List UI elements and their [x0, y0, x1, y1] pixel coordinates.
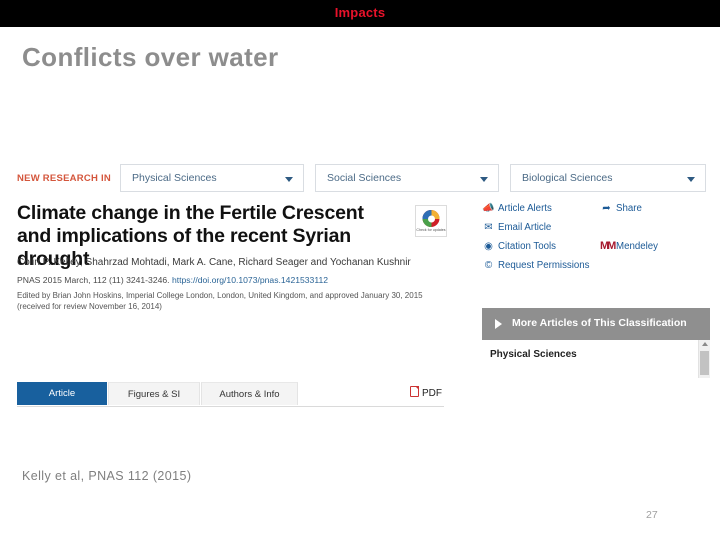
pdf-file-icon [410, 386, 419, 397]
share-icon: ➦ [602, 203, 611, 214]
envelope-icon: ✉ [484, 222, 493, 233]
globe-icon: ◉ [484, 241, 493, 252]
triangle-right-icon [495, 319, 502, 329]
editor-line-1: Edited by Brian John Hoskins, Imperial C… [17, 291, 423, 300]
more-articles-body: Physical Sciences [482, 340, 710, 378]
chevron-down-icon [285, 177, 293, 182]
scrollbar-thumb[interactable] [700, 351, 709, 375]
pdf-link[interactable]: PDF [410, 386, 442, 401]
pnas-page-screenshot: NEW RESEARCH IN Physical Sciences Social… [12, 156, 710, 407]
more-articles-category: Physical Sciences [490, 349, 577, 360]
dropdown-social-sciences-value: Social Sciences [327, 172, 402, 184]
new-research-label: NEW RESEARCH IN [17, 173, 112, 184]
dropdown-biological-sciences-value: Biological Sciences [522, 172, 613, 184]
tab-figures-si[interactable]: Figures & SI [108, 382, 200, 405]
dropdown-social-sciences[interactable]: Social Sciences [315, 164, 499, 192]
crossmark-icon [422, 210, 440, 227]
action-mendeley-label: Mendeley [616, 241, 659, 252]
action-share-label: Share [616, 203, 642, 214]
article-citation: PNAS 2015 March, 112 (11) 3241-3246. htt… [17, 275, 328, 285]
crossmark-caption: Check for updates [416, 228, 446, 232]
chevron-down-icon [480, 177, 488, 182]
action-request-permissions[interactable]: © Request Permissions [482, 259, 590, 272]
article-authors: Colin P. Kelley, Shahrzad Mohtadi, Mark … [17, 257, 411, 268]
tab-authors-info[interactable]: Authors & Info [201, 382, 298, 405]
mendeley-icon: MM [600, 240, 616, 252]
dropdown-physical-sciences-value: Physical Sciences [132, 172, 217, 184]
action-email-article-label: Email Article [498, 222, 552, 233]
action-citation-tools-label: Citation Tools [498, 241, 556, 252]
tab-article[interactable]: Article [17, 382, 107, 405]
copyright-icon: © [484, 260, 493, 271]
action-article-alerts[interactable]: 📣 Article Alerts [482, 202, 552, 215]
more-articles-header[interactable]: More Articles of This Classification [482, 308, 710, 340]
action-email-article[interactable]: ✉ Email Article [482, 221, 551, 234]
action-citation-tools[interactable]: ◉ Citation Tools [482, 240, 556, 253]
doi-link[interactable]: https://doi.org/10.1073/pnas.1421533112 [172, 275, 328, 285]
article-editor-note: Edited by Brian John Hoskins, Imperial C… [17, 290, 437, 312]
dropdown-biological-sciences[interactable]: Biological Sciences [510, 164, 706, 192]
page-title: Conflicts over water [22, 42, 279, 72]
page-number: 27 [646, 509, 658, 521]
crossmark-badge[interactable]: Check for updates [415, 205, 447, 237]
action-mendeley[interactable]: MM Mendeley [600, 240, 658, 253]
more-articles-header-label: More Articles of This Classification [512, 317, 687, 329]
article-tabs: Article Figures & SI Authors & Info PDF [17, 382, 444, 407]
source-caption: Kelly et al, PNAS 112 (2015) [22, 469, 192, 483]
action-article-alerts-label: Article Alerts [498, 203, 552, 214]
action-share[interactable]: ➦ Share [600, 202, 642, 215]
citation-text: PNAS 2015 March, 112 (11) 3241-3246. [17, 275, 172, 285]
banner-label: Impacts [334, 5, 386, 20]
pdf-label: PDF [422, 388, 442, 399]
slide-canvas: Impacts Conflicts over water NEW RESEARC… [0, 0, 720, 540]
scroll-up-arrow-icon[interactable] [701, 342, 708, 346]
new-research-row: NEW RESEARCH IN Physical Sciences Social… [12, 164, 710, 194]
chevron-down-icon [687, 177, 695, 182]
action-request-permissions-label: Request Permissions [498, 260, 590, 271]
editor-line-2: (received for review November 16, 2014) [17, 302, 162, 311]
dropdown-physical-sciences[interactable]: Physical Sciences [120, 164, 304, 192]
more-articles-scrollbar[interactable] [698, 340, 710, 378]
megaphone-icon: 📣 [482, 203, 495, 214]
